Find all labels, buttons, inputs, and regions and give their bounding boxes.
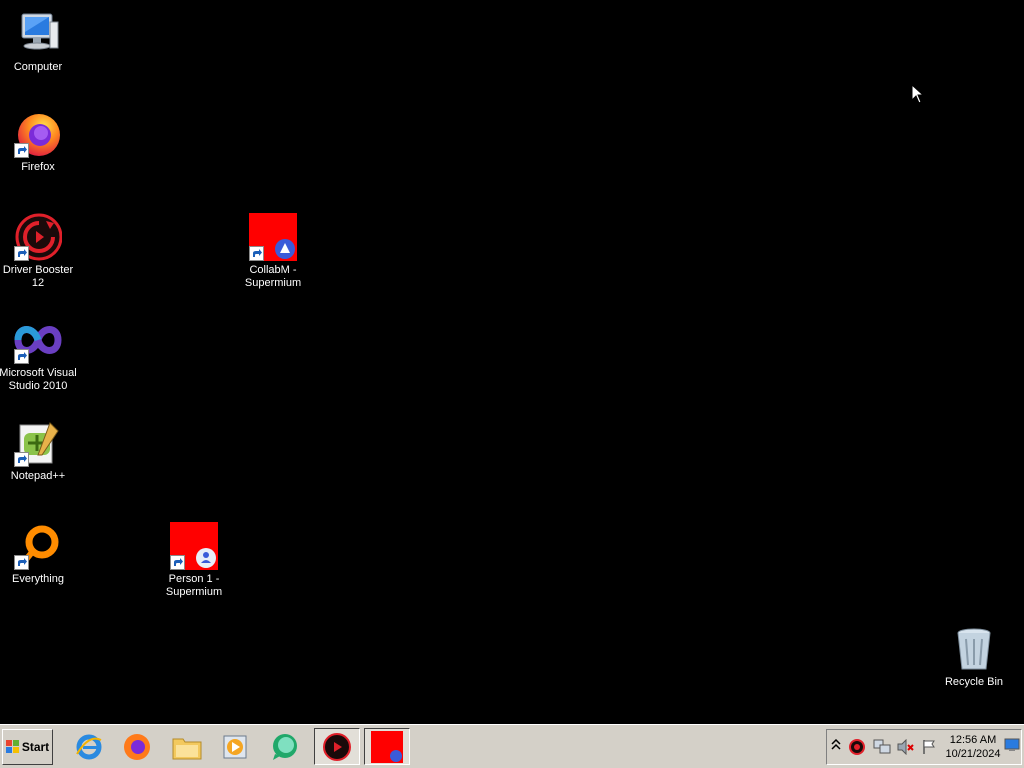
desktop-icon-label: Notepad++: [10, 470, 66, 482]
desktop-icon-everything[interactable]: Everything: [0, 522, 76, 586]
label-line-1: CollabM -: [249, 264, 297, 276]
chat-bubble-icon: [273, 733, 297, 760]
taskbar-driver-booster[interactable]: [314, 728, 360, 765]
desktop-icon-collabm-supermium[interactable]: CollabM - Supermium: [235, 213, 311, 290]
label-line-1: Driver Booster: [2, 264, 74, 276]
action-center-flag-icon[interactable]: [921, 739, 937, 760]
desktop-icon-label: Driver Booster 12: [0, 264, 78, 290]
taskbar-file-explorer[interactable]: [164, 728, 210, 765]
desktop-icon-label: CollabM - Supermium: [233, 264, 313, 290]
driver-booster-tray-icon[interactable]: [849, 739, 865, 760]
taskbar-supermium-window[interactable]: [364, 728, 410, 765]
clock-date: 10/21/2024: [945, 748, 1001, 760]
media-player-icon: [223, 735, 247, 758]
folder-icon: [172, 738, 202, 759]
firefox-icon: [14, 110, 62, 158]
shortcut-arrow-icon: [14, 452, 29, 467]
internet-explorer-icon: [76, 734, 102, 759]
start-button[interactable]: Start: [2, 729, 53, 765]
shortcut-arrow-icon: [170, 555, 185, 570]
desktop-icon-label: Recycle Bin: [944, 676, 1004, 688]
desktop-icon-label: Person 1 - Supermium: [154, 573, 234, 599]
label-line-2: Supermium: [165, 586, 223, 598]
visual-studio-icon: [14, 316, 62, 364]
desktop-icon-label: Everything: [12, 573, 64, 585]
show-desktop-icon[interactable]: [1004, 738, 1020, 757]
taskbar-internet-explorer[interactable]: [66, 728, 112, 765]
computer-icon: [14, 10, 62, 58]
taskbar-media-player[interactable]: [212, 728, 258, 765]
mouse-cursor-icon: [911, 83, 925, 109]
desktop-icon-firefox[interactable]: Firefox: [0, 110, 76, 174]
desktop-icon-person1-supermium[interactable]: Person 1 - Supermium: [156, 522, 232, 599]
shortcut-arrow-icon: [14, 246, 29, 261]
label-line-2: 12: [31, 277, 45, 289]
everything-search-icon: [14, 522, 62, 570]
system-tray: 12:56 AM 10/21/2024: [826, 729, 1022, 765]
supermium-icon: [371, 730, 403, 763]
driver-booster-icon: [14, 213, 63, 261]
notepad-plus-plus-icon: [14, 419, 62, 467]
taskbar: Start 12:56 AM 10/21/2024: [0, 724, 1024, 768]
shortcut-arrow-icon: [249, 246, 264, 261]
clock-time: 12:56 AM: [949, 734, 997, 746]
desktop-icon-computer[interactable]: Computer: [0, 10, 76, 74]
shortcut-arrow-icon: [14, 349, 29, 364]
firefox-icon: [124, 733, 150, 760]
taskbar-firefox[interactable]: [114, 728, 160, 765]
desktop-icon-recycle-bin[interactable]: Recycle Bin: [936, 625, 1012, 689]
windows-logo-icon: [5, 740, 19, 753]
clock[interactable]: 12:56 AM 10/21/2024: [945, 733, 1001, 761]
person1-supermium-icon: [170, 522, 218, 570]
label-line-2: Studio 2010: [8, 380, 68, 392]
collabm-supermium-icon: [249, 213, 297, 261]
desktop-icon-driver-booster[interactable]: Driver Booster 12: [0, 213, 76, 290]
desktop-icon-notepad-plus-plus[interactable]: Notepad++: [0, 419, 76, 483]
desktop-icon-label: Microsoft Visual Studio 2010: [0, 367, 78, 393]
start-label: Start: [21, 740, 50, 754]
desktop: Computer Firefox Driver Booster 12 Colla…: [0, 0, 1024, 724]
show-hidden-icons-chevron-icon[interactable]: [831, 738, 841, 756]
desktop-icon-label: Firefox: [21, 161, 55, 173]
label-line-2: Supermium: [244, 277, 302, 289]
network-icon[interactable]: [873, 739, 891, 760]
shortcut-arrow-icon: [14, 143, 29, 158]
label-line-1: Person 1 -: [168, 573, 220, 585]
shortcut-arrow-icon: [14, 555, 29, 570]
desktop-icon-visual-studio[interactable]: Microsoft Visual Studio 2010: [0, 316, 78, 393]
recycle-bin-icon: [950, 625, 998, 673]
driver-booster-icon: [323, 732, 351, 761]
taskbar-chat-app[interactable]: [262, 728, 308, 765]
desktop-icon-label: Computer: [13, 61, 63, 73]
label-line-1: Microsoft Visual: [0, 367, 77, 379]
volume-muted-icon[interactable]: [897, 738, 915, 760]
